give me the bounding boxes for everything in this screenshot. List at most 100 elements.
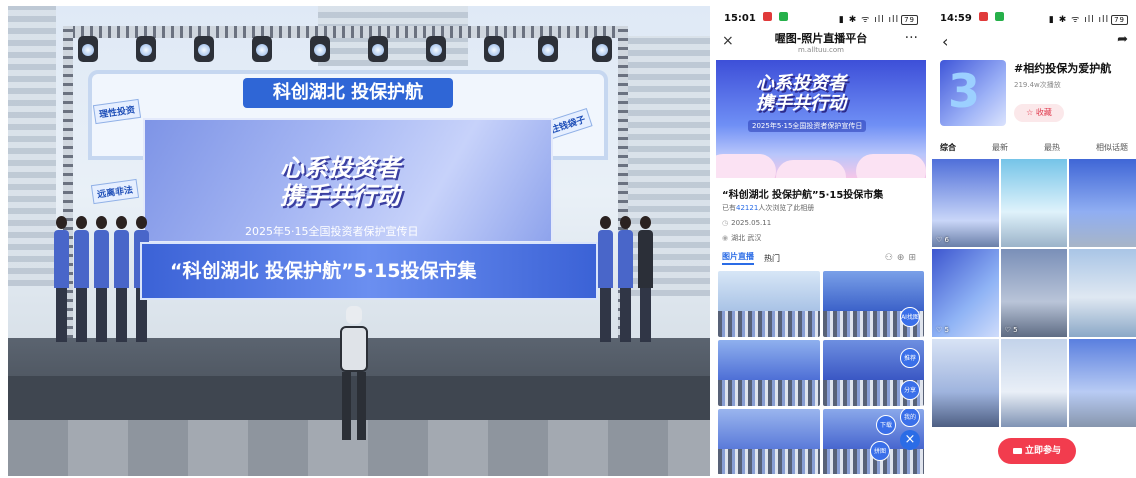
notification-icon	[779, 12, 789, 21]
tab-live-photos[interactable]: 图片直播	[722, 251, 754, 265]
video-grid: ♡ 6 ♡ 5 ♡ 5	[932, 157, 1136, 429]
status-time: 14:59	[940, 13, 972, 24]
backdrop-title-line: 携手共行动	[280, 182, 400, 210]
battery-icon: 79	[1111, 14, 1128, 25]
clock-icon: ◷	[722, 219, 729, 227]
album-title: “科创湖北 投保护航”5·15投保市集	[722, 190, 884, 201]
star-icon: ☆	[1026, 108, 1034, 117]
collage-button[interactable]: 拼图	[870, 441, 890, 461]
arch-sign: 科创湖北 投保护航	[243, 78, 453, 108]
nav-url: m.alltuu.com	[797, 46, 845, 54]
status-bar: 15:01 ▮ ✱ ᯤ ıll ıll 79	[716, 8, 926, 28]
photo-thumbnail[interactable]: 推荐 分享	[822, 340, 924, 406]
photo-thumbnail[interactable]	[718, 340, 820, 406]
stage-light	[136, 36, 156, 62]
cloud-decoration	[776, 160, 846, 178]
album-location-row: ◉ 湖北 武汉	[716, 227, 926, 243]
topic-name: #相约投保为爱护航	[1014, 62, 1112, 75]
topic-thumbnail-graphic: 3	[948, 64, 981, 118]
album-location: 湖北 武汉	[731, 234, 762, 242]
video-thumbnail[interactable]	[932, 339, 999, 427]
event-banner: “科创湖北 投保护航”5·15投保市集	[140, 242, 598, 300]
photo-grid: AI找图 推荐 分享 下载 我的 拼图	[716, 269, 926, 474]
close-menu-button[interactable]: ×	[900, 430, 920, 450]
download-button[interactable]: 下载	[876, 415, 896, 435]
cloud-decoration	[856, 154, 926, 178]
stage-light	[592, 36, 612, 62]
location-icon: ◉	[722, 234, 729, 242]
topic-header: 3 #相约投保为爱护航 219.4w次播放 ☆ 收藏	[932, 56, 1136, 130]
nav-bar: × 喔图-照片直播平台 m.alltuu.com ···	[716, 28, 926, 58]
video-thumbnail[interactable]: ♡ 6	[932, 159, 999, 247]
backdrop-subtitle: 2025年5·15全国投资者保护宣传日	[245, 225, 419, 238]
tab-overall[interactable]: 综合	[940, 142, 956, 153]
video-thumbnail[interactable]	[1000, 159, 1068, 247]
person	[638, 216, 653, 344]
album-date: 2025.05.11	[731, 219, 772, 227]
video-thumbnail[interactable]	[1069, 339, 1136, 427]
notification-icon	[979, 12, 989, 21]
photo-thumbnail[interactable]: AI找图	[822, 271, 924, 337]
album-cover: 心系投资者 携手共行动 2025年5·15全国投资者保护宣传日	[716, 60, 926, 178]
more-icon[interactable]: ···	[905, 30, 918, 46]
album-tabs: 图片直播 热门 ⚇⊕⊞	[716, 243, 926, 269]
stage-light	[538, 36, 558, 62]
tab-latest[interactable]: 最新	[992, 142, 1008, 153]
tab-similar-topics[interactable]: 相似话题	[1096, 142, 1128, 153]
topic-play-count: 219.4w次播放	[1014, 81, 1061, 89]
background-building	[8, 6, 56, 286]
notification-icon	[763, 12, 773, 21]
ai-search-button[interactable]: AI找图	[900, 307, 920, 327]
stage-light	[310, 36, 330, 62]
views-count: 42121	[736, 204, 759, 212]
photo-thumbnail[interactable]	[718, 271, 820, 337]
favorite-label: 收藏	[1035, 108, 1052, 117]
topic-tabs: 综合 最新 最热 相似话题	[932, 130, 1136, 157]
like-count: ♡ 6	[936, 236, 949, 244]
view-tools-icon[interactable]: ⚇⊕⊞	[885, 253, 920, 263]
topic-screen: 14:59 ▮ ✱ ᯤ ıll ıll 79 ‹ ➦ 3 #相约投保为爱护航 21…	[932, 8, 1136, 474]
event-backdrop: 心系投资者 携手共行动 2025年5·15全国投资者保护宣传日	[143, 118, 553, 243]
video-thumbnail[interactable]: ♡ 5	[932, 249, 999, 337]
album-date-row: ◷ 2025.05.11	[716, 213, 926, 227]
tab-hottest[interactable]: 最热	[1044, 142, 1060, 153]
recommend-button[interactable]: 推荐	[900, 348, 920, 368]
close-icon[interactable]: ×	[722, 33, 734, 49]
album-views: 已有42121人次浏览了此相册	[716, 203, 926, 213]
video-thumbnail[interactable]	[1069, 159, 1136, 247]
share-icon[interactable]: ➦	[1117, 32, 1128, 47]
tab-popular[interactable]: 热门	[764, 253, 780, 264]
person	[598, 216, 613, 344]
person	[94, 216, 109, 344]
event-photo: 科创湖北 投保护航 理性投资 远离非法 守住钱袋子 心系投资者 携手共行动 20…	[8, 6, 710, 476]
nav-bar: ‹ ➦	[932, 28, 1136, 56]
backdrop-title: 心系投资者 携手共行动	[280, 154, 540, 210]
favorite-button[interactable]: ☆ 收藏	[1014, 104, 1064, 122]
video-thumbnail[interactable]: ♡ 5	[1000, 249, 1068, 337]
cover-title-line: 心系投资者	[756, 73, 846, 94]
back-icon[interactable]: ‹	[942, 32, 948, 51]
humanoid-robot	[330, 306, 378, 446]
camera-icon	[1012, 447, 1022, 454]
join-now-button[interactable]: 立即参与	[998, 438, 1076, 464]
backdrop-title-line: 心系投资者	[280, 154, 400, 182]
status-time: 15:01	[724, 13, 756, 24]
photo-live-screen: 15:01 ▮ ✱ ᯤ ıll ıll 79 × 喔图-照片直播平台 m.allt…	[716, 8, 926, 474]
like-count-value: 5	[944, 326, 949, 334]
topic-info: #相约投保为爱护航 219.4w次播放 ☆ 收藏	[1006, 60, 1111, 130]
views-prefix: 已有	[722, 204, 736, 212]
stage-light	[78, 36, 98, 62]
share-button[interactable]: 分享	[900, 380, 920, 400]
person	[114, 216, 129, 344]
photo-thumbnail[interactable]	[718, 409, 820, 474]
notification-icon	[995, 12, 1005, 21]
cloud-decoration	[716, 154, 776, 178]
stage-light	[194, 36, 214, 62]
stage-light	[368, 36, 388, 62]
video-thumbnail[interactable]	[1069, 249, 1136, 337]
stage-light	[484, 36, 504, 62]
like-count: ♡ 5	[936, 326, 949, 334]
video-thumbnail[interactable]	[1000, 339, 1068, 427]
join-now-label: 立即参与	[1024, 446, 1061, 456]
side-tag: 远离非法	[90, 178, 140, 205]
